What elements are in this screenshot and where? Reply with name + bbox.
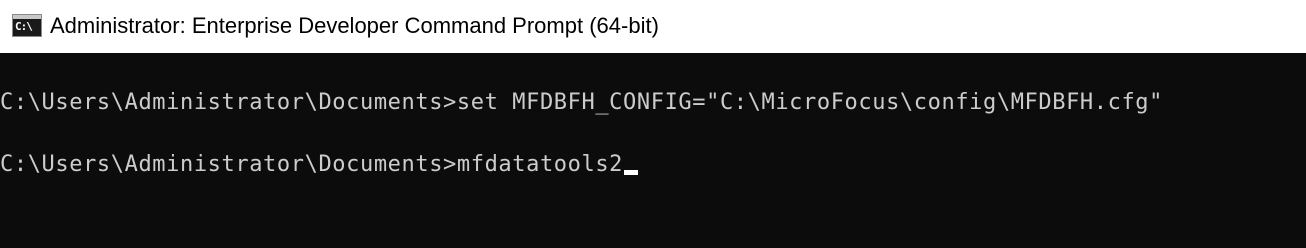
title-bar[interactable]: C:\ Administrator: Enterprise Developer …: [0, 0, 1306, 53]
icon-glyph: C:\: [15, 20, 33, 33]
command-input[interactable]: mfdatatools2: [457, 152, 623, 177]
console-line: C:\Users\Administrator\Documents>set MFD…: [0, 87, 1163, 118]
command-prompt-icon[interactable]: C:\: [12, 14, 42, 37]
console-line: C:\Users\Administrator\Documents>mfdatat…: [0, 149, 639, 180]
prompt-path: C:\Users\Administrator\Documents>: [0, 90, 457, 115]
text-cursor: [624, 170, 639, 175]
command-text: set MFDBFH_CONFIG="C:\MicroFocus\config\…: [456, 90, 1163, 115]
prompt-path: C:\Users\Administrator\Documents>: [0, 152, 457, 177]
command-prompt-window: C:\ Administrator: Enterprise Developer …: [0, 0, 1306, 248]
window-title: Administrator: Enterprise Developer Comm…: [50, 13, 659, 38]
console-output[interactable]: C:\Users\Administrator\Documents>set MFD…: [0, 53, 1306, 248]
